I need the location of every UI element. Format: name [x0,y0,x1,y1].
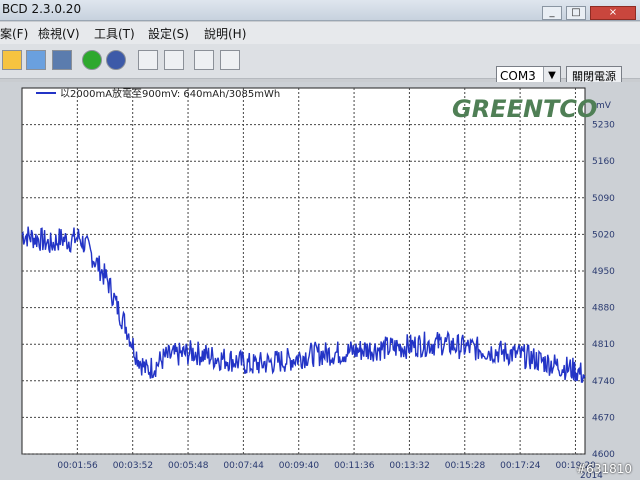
x-axis: 00:01:56 00:03:52 00:05:48 00:07:44 00:09:40… [57,461,596,471]
y-unit-label: mV [596,101,612,111]
y-tick-label: 5090 [592,194,615,204]
y-tick-label: 5160 [592,157,615,167]
x-tick-label: 00:01:56 [57,461,98,471]
y-tick-label: 4810 [592,340,615,350]
x-tick-label: 00:15:28 [445,461,486,471]
y-tick-label: 5020 [592,230,615,240]
watermark: #631810 [576,462,632,476]
x-tick-label: 00:03:52 [113,461,153,471]
x-tick-label: 00:05:48 [168,461,209,471]
legend-text: 以2000mA放電至900mV: 640mAh/3085mWh [60,87,280,100]
y-tick-label: 4950 [592,267,615,277]
y-tick-label: 4880 [592,304,615,314]
legend: 以2000mA放電至900mV: 640mAh/3085mWh [36,87,280,100]
y-tick-label: 4740 [592,377,615,387]
x-tick-label: 00:09:40 [279,461,320,471]
x-tick-label: 00:13:32 [389,461,429,471]
x-tick-label: 00:17:24 [500,461,541,471]
y-tick-label: 4600 [592,450,615,460]
x-tick-label: 00:07:44 [223,461,264,471]
y-axis: 5230516050905020495048804810474046704600 [592,121,615,460]
y-tick-label: 4670 [592,413,615,423]
brand-logo: GREENTCO [452,95,597,123]
x-tick-label: 00:11:36 [334,461,375,471]
chart-svg: 5230516050905020495048804810474046704600… [21,87,615,480]
